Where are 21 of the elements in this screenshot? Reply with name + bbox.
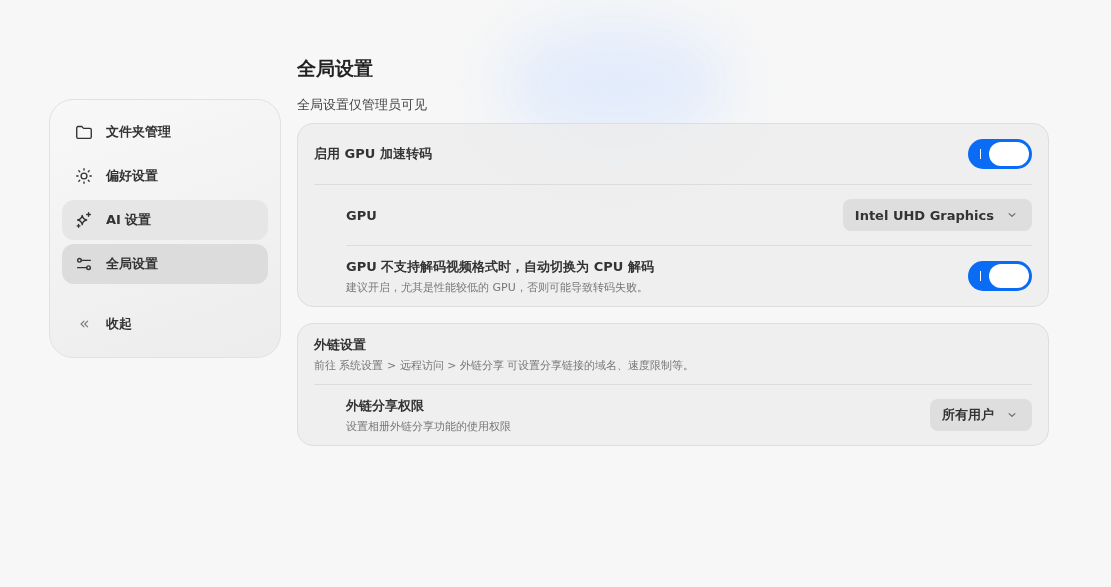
collapse-button[interactable]: 收起 bbox=[62, 304, 268, 344]
toggle-switch[interactable] bbox=[968, 139, 1032, 169]
setting-description: 设置相册外链分享功能的使用权限 bbox=[346, 418, 511, 434]
setting-description: 前往 系统设置 > 远程访问 > 外链分享 可设置分享链接的域名、速度限制等。 bbox=[314, 357, 695, 373]
setting-label: GPU 不支持解码视频格式时，自动切换为 CPU 解码 bbox=[346, 257, 654, 276]
page-subtitle: 全局设置仅管理员可见 bbox=[297, 96, 428, 114]
sidebar-item[interactable]: 文件夹管理 bbox=[62, 112, 268, 152]
sidebar-item[interactable]: 全局设置 bbox=[62, 244, 268, 284]
sidebar-item[interactable]: AI 设置 bbox=[62, 200, 268, 240]
setting-label: 外链分享权限 bbox=[346, 396, 425, 415]
sparkle-icon bbox=[74, 210, 94, 230]
sidebar-item[interactable]: 偏好设置 bbox=[62, 156, 268, 196]
section-title: 启用 GPU 加速转码 bbox=[314, 145, 432, 163]
dropdown[interactable]: 所有用户 bbox=[930, 399, 1032, 431]
sun-icon bbox=[74, 166, 94, 186]
section-title: 外链设置 bbox=[314, 335, 367, 354]
setting-description: 建议开启，尤其是性能较低的 GPU，否则可能导致转码失败。 bbox=[346, 279, 649, 295]
page-title: 全局设置 bbox=[297, 56, 374, 81]
toggle-switch[interactable] bbox=[968, 261, 1032, 291]
setting-label: GPU bbox=[346, 207, 377, 223]
dropdown[interactable]: Intel UHD Graphics bbox=[842, 199, 1032, 231]
